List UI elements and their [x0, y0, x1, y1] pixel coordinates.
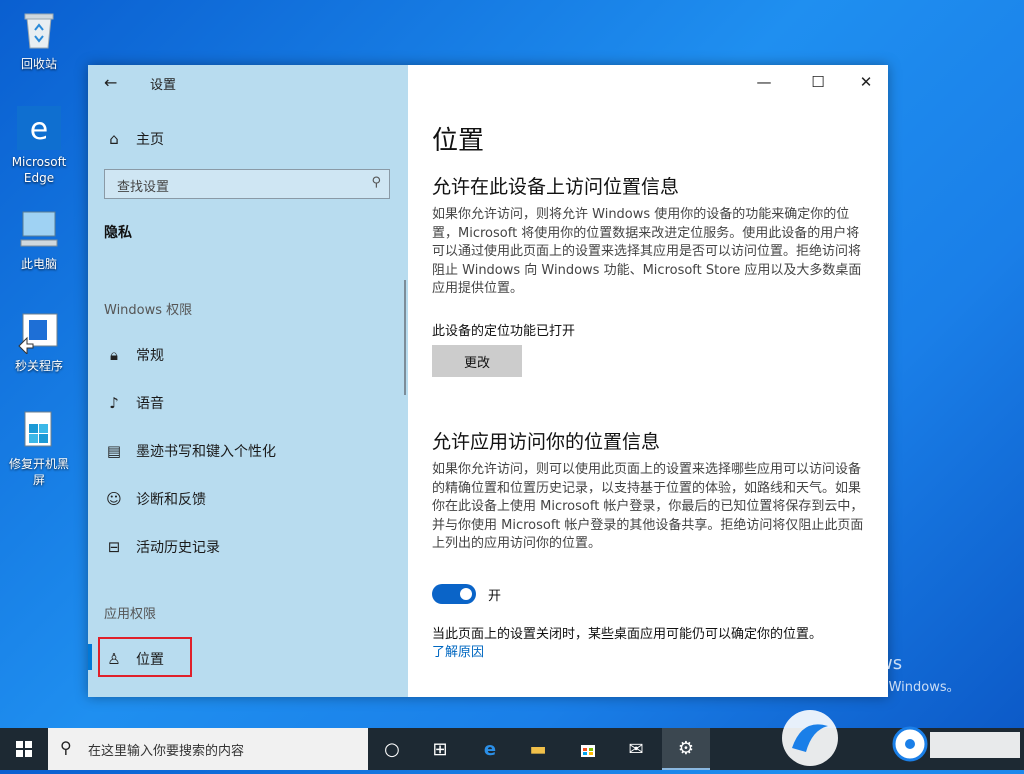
edge-taskbar-icon[interactable]: e [466, 728, 514, 770]
sidebar-item-label: 常规 [136, 348, 164, 364]
learn-more-link[interactable]: 了解原因 [432, 641, 484, 660]
desktop-icon-label: 此电脑 [20, 257, 57, 271]
page-title: 位置 [432, 126, 485, 156]
package-icon [17, 408, 61, 452]
change-button[interactable]: 更改 [432, 345, 522, 377]
active-indicator [88, 644, 92, 670]
activation-watermark-subtitle: 转到“设置”以激活 Windows。 [780, 680, 960, 695]
window-title: 设置 [150, 78, 177, 93]
corner-logo [770, 700, 1024, 770]
category-title: 隐私 [104, 225, 132, 241]
recycle-bin-icon [17, 8, 61, 52]
desktop-icon-recycle-bin[interactable]: 回收站 [4, 8, 74, 72]
speech-icon: ♪ [109, 394, 119, 412]
start-button[interactable] [0, 728, 48, 770]
minimize-button[interactable]: — [754, 73, 774, 91]
settings-sidebar: ← 设置 ⌂ 主页 查找设置 ⚲ 隐私 Windows 权限 🔒︎ 常规 ♪ 语… [88, 65, 408, 697]
program-icon [17, 310, 61, 356]
sidebar-item-general[interactable]: 🔒︎ 常规 [104, 345, 164, 365]
store-icon[interactable] [564, 728, 612, 770]
desktop-icon-label: 秒关程序 [14, 359, 63, 373]
file-explorer-icon[interactable]: ▬ [514, 728, 562, 770]
windows-logo-icon [16, 741, 32, 757]
search-settings-input[interactable]: 查找设置 ⚲ [104, 169, 390, 199]
back-arrow-icon[interactable]: ← [104, 73, 117, 92]
sidebar-item-activity-history[interactable]: ⊟ 活动历史记录 [104, 537, 220, 557]
section-description-device: 如果你允许访问，则将允许 Windows 使用你的设备的功能来确定你的位置，Mi… [432, 207, 862, 296]
device-location-status: 此设备的定位功能已打开 [432, 324, 576, 339]
location-toggle[interactable] [432, 584, 476, 604]
maximize-button[interactable]: ☐ [808, 73, 828, 91]
sidebar-item-label: 语音 [136, 396, 164, 412]
section-title-app-location: 允许应用访问你的位置信息 [432, 431, 661, 453]
svg-text:e: e [30, 112, 48, 147]
sidebar-scrollbar[interactable] [404, 280, 406, 395]
sidebar-item-label: 诊断和反馈 [136, 492, 206, 508]
history-icon: ⊟ [107, 538, 121, 556]
feedback-icon: ☺ [106, 490, 122, 508]
sidebar-item-diagnostics[interactable]: ☺ 诊断和反馈 [104, 489, 206, 509]
section-title-device-location: 允许在此设备上访问位置信息 [432, 176, 680, 198]
computer-icon [17, 208, 61, 252]
lock-icon: 🔒︎ [110, 346, 118, 364]
close-button[interactable]: ✕ [856, 73, 876, 91]
desktop-icon-label: Microsoft Edge [11, 155, 67, 185]
settings-taskbar-icon[interactable]: ⚙ [662, 728, 710, 770]
desktop-icon-label: 回收站 [20, 57, 57, 71]
desktop-icon-this-pc[interactable]: 此电脑 [4, 208, 74, 272]
timeline-icon[interactable]: ⊞ [416, 728, 464, 770]
sidebar-item-label: 墨迹书写和键入个性化 [136, 444, 276, 460]
store-bag-icon [581, 745, 595, 757]
desktop-icon-label: 修复开机黑屏 [8, 457, 69, 487]
sidebar-item-inking[interactable]: ▤ 墨迹书写和键入个性化 [104, 441, 276, 461]
sidebar-item-label: 主页 [136, 132, 164, 148]
section-header-app-permissions: 应用权限 [104, 607, 157, 622]
search-placeholder: 查找设置 [117, 180, 170, 195]
search-icon: ⚲ [60, 738, 72, 757]
desktop-icon-app[interactable]: 秒关程序 [4, 310, 74, 374]
settings-content: — ☐ ✕ 位置 允许在此设备上访问位置信息 如果你允许访问，则将允许 Wind… [408, 65, 888, 697]
section-header-windows-permissions: Windows 权限 [104, 303, 193, 318]
desktop-icon-repair[interactable]: 修复开机黑屏 [4, 408, 74, 488]
edge-icon: e [17, 106, 61, 150]
settings-window: ← 设置 ⌂ 主页 查找设置 ⚲ 隐私 Windows 权限 🔒︎ 常规 ♪ 语… [88, 65, 888, 697]
mail-icon[interactable]: ✉ [612, 728, 660, 770]
toggle-label: 开 [488, 589, 502, 604]
activation-watermark-title: 激活 Windows [780, 653, 903, 674]
desktop-apps-note: 当此页面上的设置关闭时，某些桌面应用可能仍可以确定你的位置。 [432, 627, 823, 642]
search-icon: ⚲ [371, 175, 381, 190]
sidebar-item-home[interactable]: ⌂ 主页 [104, 129, 164, 149]
highlight-box [98, 637, 192, 677]
home-icon: ⌂ [109, 130, 119, 148]
sidebar-item-speech[interactable]: ♪ 语音 [104, 393, 164, 413]
section-description-apps: 如果你允许访问，则可以使用此页面上的设置来选择哪些应用可以访问设备的精确位置和位… [432, 462, 864, 551]
desktop-icon-edge[interactable]: e Microsoft Edge [4, 106, 74, 186]
ink-icon: ▤ [106, 442, 122, 460]
taskbar-search-placeholder: 在这里输入你要搜索的内容 [88, 744, 245, 759]
sidebar-item-label: 活动历史记录 [136, 540, 220, 556]
taskbar-search-box[interactable]: ⚲ 在这里输入你要搜索的内容 [48, 728, 368, 770]
toggle-knob [460, 588, 472, 600]
task-view-icon[interactable]: ○ [368, 728, 416, 770]
